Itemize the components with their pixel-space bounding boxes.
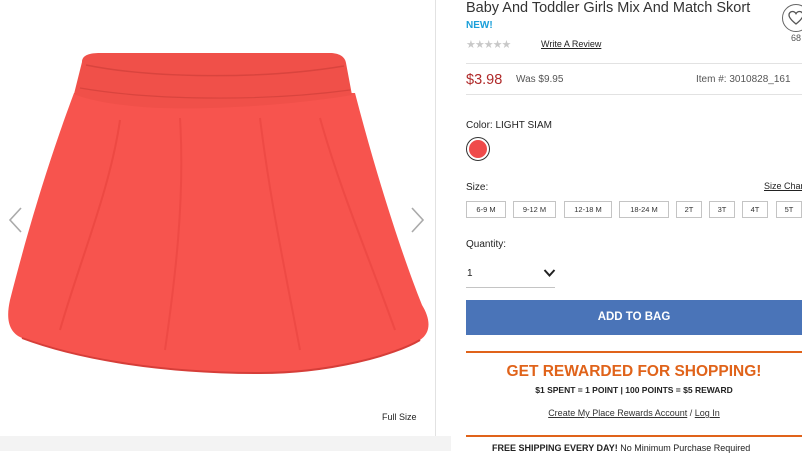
free-shipping-bold: FREE SHIPPING EVERY DAY! [492,443,618,453]
size-option-5t[interactable]: 5T [776,201,802,218]
rewards-divider-top [466,351,802,353]
next-image-arrow-icon[interactable] [407,205,427,235]
rewards-subtitle: $1 SPENT = 1 POINT | 100 POINTS = $5 REW… [535,385,733,395]
divider [466,63,802,64]
sale-price: $3.98 [466,72,503,88]
size-option-9-12m[interactable]: 9-12 M [513,201,556,218]
chevron-down-icon [543,269,556,277]
full-size-link[interactable]: Full Size [382,412,417,422]
rewards-divider-bottom [466,435,802,437]
quantity-select[interactable]: 1 [466,262,556,288]
previous-image-arrow-icon[interactable] [6,205,26,235]
quantity-value: 1 [467,268,473,279]
product-image[interactable] [0,40,435,385]
size-label: Size: [466,182,489,193]
product-title: Baby And Toddler Girls Mix And Match Sko… [466,0,751,16]
link-separator: / [687,408,695,418]
divider [466,94,802,95]
color-swatch-light-siam[interactable] [466,137,490,161]
heart-icon [788,10,802,25]
gallery-bottom-strip [0,436,451,451]
size-option-3t[interactable]: 3T [709,201,735,218]
product-details: Baby And Toddler Girls Mix And Match Sko… [466,0,802,453]
free-shipping-text: No Minimum Purchase Required [617,443,751,453]
product-gallery: Full Size [0,0,436,436]
size-chart-link[interactable]: Size Chart [764,181,802,191]
item-number: Item #: 3010828_161 [696,74,791,85]
add-to-bag-button[interactable]: ADD TO BAG [466,300,802,335]
color-label: Color: LIGHT SIAM [466,120,552,131]
log-in-link[interactable]: Log In [695,408,720,418]
size-option-2t[interactable]: 2T [676,201,702,218]
was-price: Was $9.95 [516,74,564,85]
create-rewards-account-link[interactable]: Create My Place Rewards Account [548,408,687,418]
quantity-label: Quantity: [466,239,507,250]
size-option-12-18m[interactable]: 12-18 M [564,201,612,218]
new-badge: NEW! [466,20,493,31]
free-shipping-banner: FREE SHIPPING EVERY DAY! No Minimum Purc… [492,443,750,453]
size-option-18-24m[interactable]: 18-24 M [619,201,669,218]
write-review-link[interactable]: Write A Review [541,39,601,49]
rewards-links: Create My Place Rewards Account / Log In [466,408,802,418]
rating-stars-icon: ★★★★★ [466,39,511,51]
swatch-fill [469,140,487,158]
favorite-button[interactable] [782,4,802,32]
size-option-6-9m[interactable]: 6-9 M [466,201,506,218]
rewards-title: GET REWARDED FOR SHOPPING! [506,363,762,380]
size-option-4t[interactable]: 4T [742,201,768,218]
favorites-count: 68 [791,33,802,43]
